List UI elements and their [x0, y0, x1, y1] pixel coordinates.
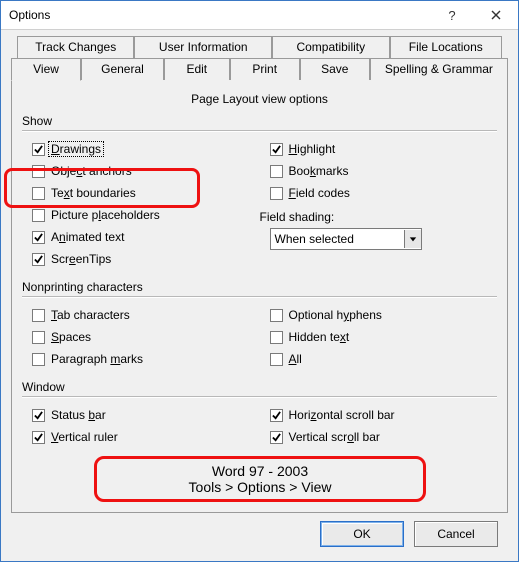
- checkbox-paragraph-marks[interactable]: Paragraph marks: [22, 348, 260, 370]
- window-title: Options: [9, 8, 430, 22]
- checkbox-box: [270, 431, 283, 444]
- field-shading-label: Field shading:: [260, 210, 335, 224]
- help-button[interactable]: ?: [430, 1, 474, 29]
- checkbox-drawings[interactable]: Drawings: [22, 138, 260, 160]
- checkbox-highlight[interactable]: Highlight: [260, 138, 498, 160]
- checkbox-label: Bookmarks: [289, 164, 349, 178]
- tab-file-locations[interactable]: File Locations: [390, 36, 502, 59]
- tab-save[interactable]: Save: [300, 58, 370, 81]
- checkbox-box: [270, 409, 283, 422]
- close-icon: [491, 10, 501, 20]
- checkbox-box: [32, 331, 45, 344]
- dialog-buttons: OK Cancel: [11, 513, 508, 547]
- tab-edit[interactable]: Edit: [164, 58, 230, 81]
- checkbox-label: All: [289, 352, 302, 366]
- checkbox-box: [32, 143, 45, 156]
- checkbox-spaces[interactable]: Spaces: [22, 326, 260, 348]
- tabs: Track Changes User Information Compatibi…: [11, 36, 508, 513]
- checkbox-picture-placeholders[interactable]: Picture placeholders: [22, 204, 260, 226]
- checkbox-label: Drawings: [51, 142, 104, 156]
- checkbox-label: Field codes: [289, 186, 350, 200]
- checkbox-box: [32, 431, 45, 444]
- divider: [22, 130, 497, 132]
- tab-print[interactable]: Print: [230, 58, 300, 81]
- checkbox-optional-hyphens[interactable]: Optional hyphens: [260, 304, 498, 326]
- annotation-line2: Tools > Options > View: [105, 479, 415, 495]
- checkbox-tab-characters[interactable]: Tab characters: [22, 304, 260, 326]
- group-window-label: Window: [22, 380, 497, 394]
- checkbox-label: Paragraph marks: [51, 352, 143, 366]
- close-button[interactable]: [474, 1, 518, 29]
- checkbox-animated-text[interactable]: Animated text: [22, 226, 260, 248]
- checkbox-box: [270, 187, 283, 200]
- checkbox-box: [270, 165, 283, 178]
- checkbox-label: Optional hyphens: [289, 308, 382, 322]
- checkbox-field-codes[interactable]: Field codes: [260, 182, 498, 204]
- tab-view[interactable]: View: [11, 58, 81, 81]
- options-dialog: Options ? Track Changes User Information…: [0, 0, 519, 562]
- divider: [22, 296, 497, 298]
- checkbox-box: [270, 143, 283, 156]
- checkbox-box: [32, 253, 45, 266]
- checkbox-label: Vertical scroll bar: [289, 430, 380, 444]
- checkbox-box: [270, 331, 283, 344]
- chevron-down-icon: [404, 230, 421, 248]
- checkbox-object-anchors[interactable]: Object anchors: [22, 160, 260, 182]
- checkbox-status-bar[interactable]: Status bar: [22, 404, 260, 426]
- checkbox-screentips[interactable]: ScreenTips: [22, 248, 260, 270]
- ok-button[interactable]: OK: [320, 521, 404, 547]
- tab-panel-view: Page Layout view options Show Drawings Ob…: [11, 80, 508, 513]
- section-title: Page Layout view options: [22, 92, 497, 106]
- checkbox-label: Text boundaries: [51, 186, 136, 200]
- checkbox-vertical-ruler[interactable]: Vertical ruler: [22, 426, 260, 448]
- checkbox-label: Object anchors: [51, 164, 132, 178]
- checkbox-text-boundaries[interactable]: Text boundaries: [22, 182, 260, 204]
- field-shading-value: When selected: [271, 232, 404, 246]
- checkbox-label: ScreenTips: [51, 252, 111, 266]
- checkbox-box: [32, 231, 45, 244]
- checkbox-all[interactable]: All: [260, 348, 498, 370]
- tab-track-changes[interactable]: Track Changes: [17, 36, 134, 59]
- checkbox-hidden-text[interactable]: Hidden text: [260, 326, 498, 348]
- checkbox-bookmarks[interactable]: Bookmarks: [260, 160, 498, 182]
- checkbox-label: Picture placeholders: [51, 208, 160, 222]
- checkbox-box: [270, 309, 283, 322]
- cancel-button[interactable]: Cancel: [414, 521, 498, 547]
- annotation-line1: Word 97 - 2003: [105, 463, 415, 479]
- tab-user-information[interactable]: User Information: [134, 36, 272, 59]
- checkbox-label: Tab characters: [51, 308, 130, 322]
- divider: [22, 396, 497, 398]
- tab-spelling-grammar[interactable]: Spelling & Grammar: [370, 58, 508, 81]
- checkbox-box: [270, 353, 283, 366]
- field-shading-dropdown[interactable]: When selected: [270, 228, 422, 250]
- checkbox-label: Spaces: [51, 330, 91, 344]
- checkbox-box: [32, 309, 45, 322]
- annotation-caption: Word 97 - 2003 Tools > Options > View: [94, 456, 426, 502]
- titlebar: Options ?: [1, 1, 518, 30]
- checkbox-box: [32, 187, 45, 200]
- group-nonprinting-label: Nonprinting characters: [22, 280, 497, 294]
- checkbox-label: Status bar: [51, 408, 106, 422]
- checkbox-box: [32, 353, 45, 366]
- checkbox-box: [32, 165, 45, 178]
- checkbox-box: [32, 409, 45, 422]
- checkbox-box: [32, 209, 45, 222]
- group-show-label: Show: [22, 114, 497, 128]
- checkbox-vertical-scroll[interactable]: Vertical scroll bar: [260, 426, 498, 448]
- checkbox-label: Highlight: [289, 142, 336, 156]
- checkbox-horizontal-scroll[interactable]: Horizontal scroll bar: [260, 404, 498, 426]
- checkbox-label: Animated text: [51, 230, 124, 244]
- checkbox-label: Hidden text: [289, 330, 350, 344]
- checkbox-label: Horizontal scroll bar: [289, 408, 395, 422]
- tab-general[interactable]: General: [81, 58, 164, 81]
- checkbox-label: Vertical ruler: [51, 430, 118, 444]
- tab-compatibility[interactable]: Compatibility: [272, 36, 389, 59]
